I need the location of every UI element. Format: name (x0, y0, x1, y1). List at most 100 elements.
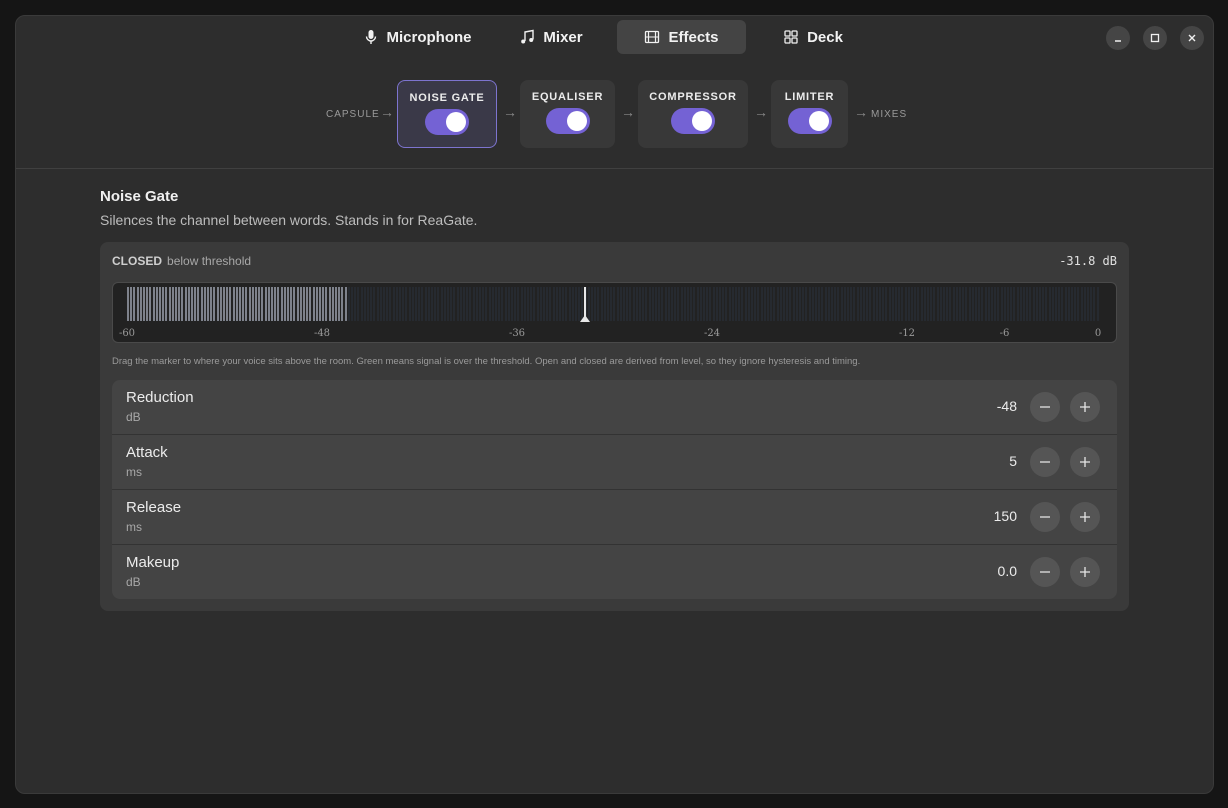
meter-bar (178, 287, 181, 321)
tab-label: Deck (807, 28, 843, 46)
meter-bar (357, 287, 360, 321)
meter-bar (776, 287, 779, 321)
meter-bar (1026, 287, 1029, 321)
tab-deck[interactable]: Deck (773, 20, 853, 54)
meter-bar (328, 287, 331, 321)
meter-bar (658, 287, 661, 321)
meter-bar (971, 287, 974, 321)
effect-name: NOISE GATE (409, 92, 485, 104)
meter-bar (463, 287, 465, 321)
meter-bar (866, 287, 869, 321)
toggle-knob (566, 111, 587, 131)
meter-bar (514, 287, 517, 321)
tab-microphone[interactable]: Microphone (352, 20, 482, 54)
effect-card-noise-gate[interactable]: NOISE GATE (397, 80, 497, 148)
meter-bar (815, 287, 817, 321)
meter-bar (639, 287, 641, 321)
threshold-marker-handle[interactable] (580, 315, 591, 322)
effect-card-compressor[interactable]: COMPRESSOR (638, 80, 748, 148)
meter-bar (171, 287, 174, 321)
meter-bar (376, 287, 379, 321)
effect-card-equaliser[interactable]: EQUALISER (520, 80, 615, 148)
meter-bar (962, 287, 965, 321)
meter-bar (987, 287, 990, 321)
minus-icon (1040, 516, 1050, 518)
meter-bar (722, 287, 725, 321)
meter-bar (443, 287, 446, 321)
meter-bar (447, 287, 449, 321)
meter-bar (546, 287, 549, 321)
increment-button[interactable] (1070, 502, 1100, 532)
effect-toggle[interactable] (545, 108, 590, 134)
plus-icon (1080, 402, 1090, 412)
meter-bar (354, 287, 357, 321)
meter-bar (149, 287, 152, 321)
meter-bar (565, 287, 568, 321)
level-meter[interactable]: -60 -48 -36 -24 -12 -6 0 (112, 282, 1117, 343)
tab-label: Mixer (543, 28, 583, 46)
tab-effects[interactable]: Effects (617, 20, 746, 54)
meter-bar (402, 287, 405, 321)
decrement-button[interactable] (1030, 557, 1060, 587)
chain-start-label: CAPSULE (326, 109, 380, 120)
meter-bar (191, 287, 193, 321)
increment-button[interactable] (1070, 447, 1100, 477)
meter-bar (911, 287, 913, 321)
effect-toggle[interactable] (425, 109, 469, 135)
decrement-button[interactable] (1030, 447, 1060, 477)
param-unit: dB (126, 410, 141, 424)
maximize-icon (1150, 33, 1160, 43)
effect-toggle[interactable] (671, 108, 715, 134)
meter-bar (885, 287, 888, 321)
meter-bar (674, 287, 677, 321)
meter-bar (744, 287, 747, 321)
meter-bar (488, 287, 491, 321)
meter-bar (184, 287, 187, 321)
meter-bar (840, 287, 843, 321)
meter-bar (159, 287, 161, 321)
meter-bar (888, 287, 891, 321)
meter-bar (863, 287, 865, 321)
meter-bar (687, 287, 689, 321)
meter-bar (258, 287, 261, 321)
tab-mixer[interactable]: Mixer (506, 20, 596, 54)
meter-bar (200, 287, 203, 321)
meter-bar (187, 287, 190, 321)
meter-bar (1007, 287, 1009, 321)
meter-bar (136, 287, 139, 321)
maximize-button[interactable] (1143, 26, 1167, 50)
meter-bar (1048, 287, 1051, 321)
meter-bar (879, 287, 881, 321)
effect-toggle[interactable] (787, 108, 832, 134)
meter-bar (869, 287, 872, 321)
meter-bar (923, 287, 926, 321)
meter-bar (757, 287, 760, 321)
section-description: Silences the channel between words. Stan… (100, 212, 478, 228)
decrement-button[interactable] (1030, 502, 1060, 532)
meter-bar (831, 287, 833, 321)
meter-bar (175, 287, 177, 321)
minimize-button[interactable] (1106, 26, 1130, 50)
meter-bar (264, 287, 267, 321)
meter-bar (338, 287, 341, 321)
meter-bar (936, 287, 939, 321)
meter-bar (239, 287, 241, 321)
meter-bar (741, 287, 744, 321)
meter-bar (725, 287, 728, 321)
decrement-button[interactable] (1030, 392, 1060, 422)
meter-tick: -48 (313, 328, 331, 339)
increment-button[interactable] (1070, 392, 1100, 422)
meter-bar (997, 287, 1000, 321)
close-button[interactable] (1180, 26, 1204, 50)
meter-bar (290, 287, 293, 321)
meter-bar (216, 287, 219, 321)
meter-bar (952, 287, 955, 321)
meter-bar (994, 287, 997, 321)
increment-button[interactable] (1070, 557, 1100, 587)
meter-bar (824, 287, 827, 321)
effect-card-limiter[interactable]: LIMITER (771, 80, 848, 148)
meter-bar (607, 287, 609, 321)
meter-bar (802, 287, 805, 321)
meter-bar (898, 287, 901, 321)
meter-bar (651, 287, 654, 321)
